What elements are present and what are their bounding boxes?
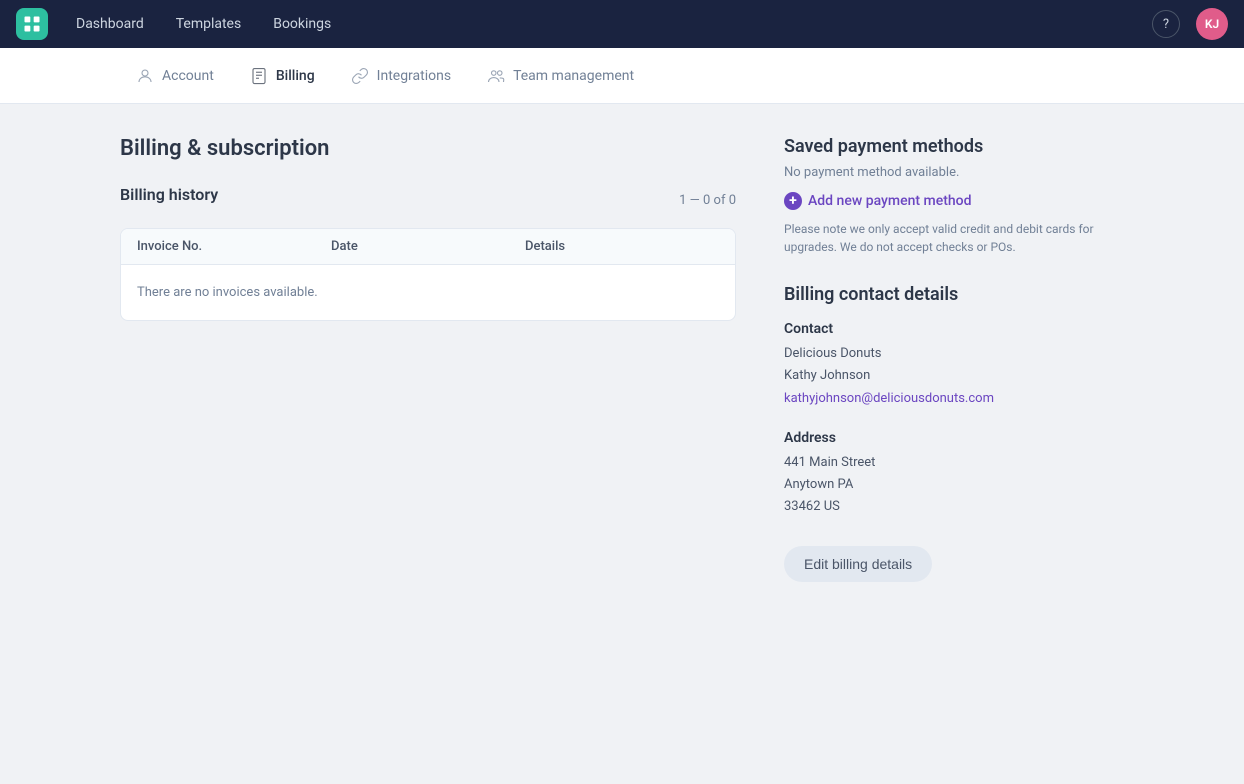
invoice-table: Invoice No. Date Details There are no in…	[120, 228, 736, 321]
col-details: Details	[525, 239, 719, 254]
col-date: Date	[331, 239, 525, 254]
edit-billing-button[interactable]: Edit billing details	[784, 546, 932, 582]
sub-nav-integrations[interactable]: Integrations	[335, 61, 467, 91]
right-column: Saved payment methods No payment method …	[784, 136, 1124, 582]
nav-bookings[interactable]: Bookings	[261, 10, 343, 38]
receipt-icon	[250, 67, 268, 85]
avatar[interactable]: KJ	[1196, 8, 1228, 40]
sub-nav-account[interactable]: Account	[120, 61, 230, 91]
contact-name: Kathy Johnson	[784, 365, 1124, 387]
main-content: Billing & subscription Billing history 1…	[0, 104, 1244, 614]
address-line1: 441 Main Street	[784, 452, 1124, 474]
person-icon	[136, 67, 154, 85]
contact-label: Contact	[784, 321, 1124, 337]
plus-icon: +	[784, 192, 802, 210]
logo-icon	[22, 14, 42, 34]
pagination: 1 — 0 of 0	[679, 193, 736, 208]
page-title: Billing & subscription	[120, 136, 736, 161]
billing-label: Billing	[276, 68, 315, 84]
app-logo[interactable]	[16, 8, 48, 40]
left-column: Billing & subscription Billing history 1…	[120, 136, 736, 582]
no-payment-text: No payment method available.	[784, 165, 1124, 180]
nav-templates[interactable]: Templates	[164, 10, 254, 38]
sub-nav-billing[interactable]: Billing	[234, 61, 331, 91]
address-line3: 33462 US	[784, 496, 1124, 518]
billing-history-title: Billing history	[120, 185, 218, 204]
table-empty-message: There are no invoices available.	[121, 265, 735, 320]
payment-methods-heading: Saved payment methods	[784, 136, 1124, 157]
top-nav: Dashboard Templates Bookings ? KJ	[0, 0, 1244, 48]
link-icon	[351, 67, 369, 85]
nav-dashboard[interactable]: Dashboard	[64, 10, 156, 38]
add-payment-label: Add new payment method	[808, 193, 971, 209]
company-name: Delicious Donuts	[784, 343, 1124, 365]
sub-nav: Account Billing Integrations Team manage…	[0, 48, 1244, 104]
payment-note: Please note we only accept valid credit …	[784, 220, 1124, 256]
account-label: Account	[162, 68, 214, 84]
billing-history-header: Billing history 1 — 0 of 0	[120, 185, 736, 216]
integrations-label: Integrations	[377, 68, 451, 84]
sub-nav-team[interactable]: Team management	[471, 61, 650, 91]
address-section: Address 441 Main Street Anytown PA 33462…	[784, 430, 1124, 518]
help-button[interactable]: ?	[1152, 10, 1180, 38]
billing-contact-heading: Billing contact details	[784, 284, 1124, 305]
col-invoice: Invoice No.	[137, 239, 331, 254]
table-header: Invoice No. Date Details	[121, 229, 735, 265]
address-line2: Anytown PA	[784, 474, 1124, 496]
contact-section: Contact Delicious Donuts Kathy Johnson k…	[784, 321, 1124, 406]
contact-email[interactable]: kathyjohnson@deliciousdonuts.com	[784, 391, 994, 406]
group-icon	[487, 67, 505, 85]
add-payment-link[interactable]: + Add new payment method	[784, 192, 1124, 210]
team-label: Team management	[513, 68, 634, 84]
address-label: Address	[784, 430, 1124, 446]
